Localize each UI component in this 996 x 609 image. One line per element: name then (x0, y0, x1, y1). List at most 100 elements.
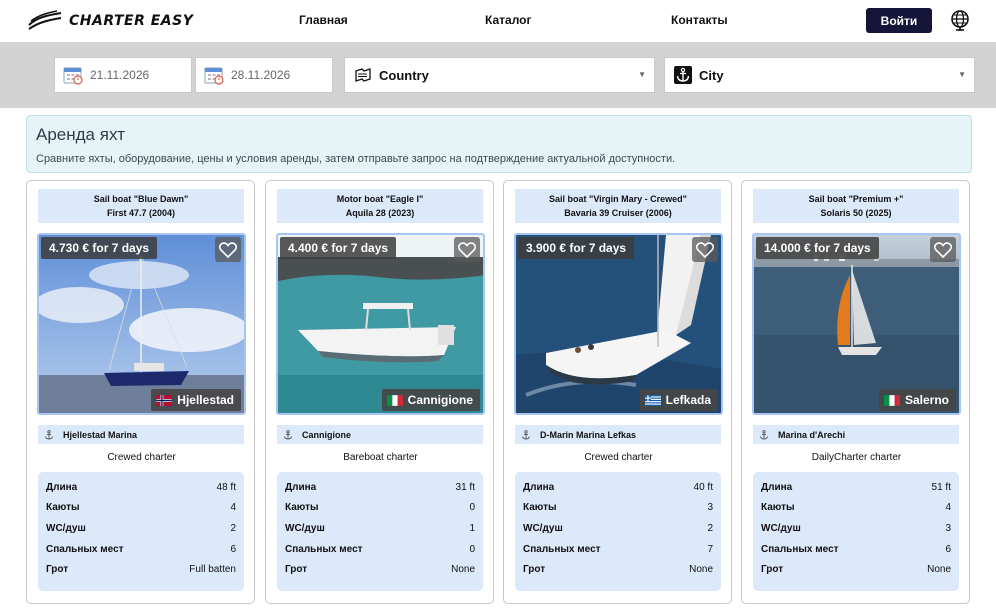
favorite-button[interactable] (930, 237, 956, 262)
italy-flag-icon (883, 394, 900, 406)
spec-value: None (451, 564, 475, 576)
heart-icon (219, 241, 237, 258)
anchor-icon (674, 66, 692, 84)
favorite-button[interactable] (692, 237, 718, 262)
yacht-title[interactable]: Sail boat "Virgin Mary - Crewed" Bavaria… (515, 189, 721, 223)
norway-flag-icon (156, 394, 172, 406)
yacht-card[interactable]: Sail boat "Blue Dawn" First 47.7 (2004) … (26, 180, 255, 604)
charter-type: Crewed charter (107, 452, 176, 463)
spec-value: 0 (469, 543, 475, 555)
marina-name: Cannigione (302, 429, 351, 440)
spec-row: Каюты 0 (285, 498, 475, 519)
spec-label: WC/душ (761, 522, 801, 534)
spec-label: Спальных мест (761, 543, 839, 555)
yacht-title[interactable]: Motor boat "Eagle I" Aquila 28 (2023) (277, 189, 483, 223)
price-badge: 4.400 € for 7 days (280, 237, 397, 259)
favorite-button[interactable] (215, 237, 241, 262)
spec-value: 2 (707, 522, 713, 534)
spec-value: 2 (230, 522, 236, 534)
spec-row: WC/душ 2 (523, 518, 713, 539)
spec-label: WC/душ (46, 522, 86, 534)
yacht-card[interactable]: Motor boat "Eagle I" Aquila 28 (2023) 4.… (265, 180, 494, 604)
marina-row: Hjellestad Marina (38, 425, 244, 444)
yacht-model: First 47.7 (2004) (106, 208, 176, 218)
spec-label: Спальных мест (285, 543, 363, 555)
marina-name: Marina d'Arechi (778, 429, 846, 440)
spec-row: Грот Full batten (46, 559, 236, 580)
search-bar: 21.11.2026 28.11.2026 Country ▼ City ▼ (0, 42, 996, 108)
logo-wave-icon (28, 10, 62, 30)
location-badge: Cannigione (381, 389, 480, 411)
chevron-down-icon: ▼ (638, 70, 646, 79)
anchor-icon (284, 429, 292, 439)
country-select[interactable]: Country ▼ (344, 57, 655, 93)
favorite-button[interactable] (454, 237, 480, 262)
spec-value: 4 (230, 502, 236, 514)
spec-row: WC/душ 2 (46, 518, 236, 539)
charter-type: DailyCharter charter (811, 452, 902, 463)
chevron-down-icon: ▼ (958, 70, 966, 79)
spec-row: Каюты 4 (761, 498, 951, 519)
page-subtitle: Сравните яхты, оборудование, цены и усло… (36, 153, 676, 165)
spec-row: Каюты 3 (523, 498, 713, 519)
intro-banner: Аренда яхт Сравните яхты, оборудование, … (26, 115, 972, 173)
yacht-model: Bavaria 39 Cruiser (2006) (564, 208, 672, 218)
spec-row: Длина 51 ft (761, 477, 951, 498)
spec-value: 6 (230, 543, 236, 555)
date-from-field[interactable]: 21.11.2026 (54, 57, 192, 93)
yacht-card[interactable]: Sail boat "Premium +" Solaris 50 (2025) … (741, 180, 970, 604)
date-to-value: 28.11.2026 (231, 68, 291, 82)
globe-icon[interactable] (949, 9, 971, 31)
yacht-name: Sail boat "Blue Dawn" (93, 194, 189, 204)
logo[interactable]: CHARTER EASY (27, 9, 193, 33)
marina-name: Hjellestad Marina (63, 429, 138, 440)
spec-value: 40 ft (693, 481, 713, 493)
spec-row: Спальных мест 7 (523, 539, 713, 560)
login-button[interactable]: Войти (866, 8, 932, 33)
spec-row: Спальных мест 0 (285, 539, 475, 560)
calendar-icon (63, 67, 83, 85)
location-name: Salerno (904, 393, 949, 407)
yacht-photo-frame[interactable]: 4.400 € for 7 days Cannigione (276, 233, 485, 415)
spec-row: Каюты 4 (46, 498, 236, 519)
spec-row: Грот None (285, 559, 475, 580)
spec-value: 0 (469, 502, 475, 514)
spec-label: Каюты (523, 502, 557, 514)
spec-value: None (927, 564, 951, 576)
yacht-photo-frame[interactable]: 14.000 € for 7 days Salerno (752, 233, 961, 415)
location-badge: Lefkada (639, 389, 718, 411)
spec-label: Каюты (46, 502, 80, 514)
yacht-title[interactable]: Sail boat "Premium +" Solaris 50 (2025) (753, 189, 959, 223)
city-select[interactable]: City ▼ (664, 57, 975, 93)
location-badge: Hjellestad (151, 389, 241, 411)
specs-table: Длина 48 ft Каюты 4 WC/душ 2 Спальных ме… (38, 472, 244, 591)
spec-label: Длина (523, 481, 555, 493)
price-badge: 4.730 € for 7 days (41, 237, 158, 259)
yacht-name: Sail boat "Virgin Mary - Crewed" (549, 194, 687, 204)
date-from-value: 21.11.2026 (90, 68, 150, 82)
spec-label: Грот (46, 564, 69, 576)
price-badge: 14.000 € for 7 days (756, 237, 879, 259)
anchor-icon (760, 429, 768, 439)
italy-flag-icon (386, 394, 403, 406)
nav-contacts[interactable]: Контакты (671, 13, 728, 27)
spec-label: Грот (523, 564, 546, 576)
nav-home[interactable]: Главная (299, 13, 348, 27)
yacht-photo (39, 235, 244, 413)
spec-value: 3 (945, 522, 951, 534)
spec-label: Длина (761, 481, 793, 493)
nav-catalog[interactable]: Каталог (485, 13, 532, 27)
yacht-card[interactable]: Sail boat "Virgin Mary - Crewed" Bavaria… (503, 180, 732, 604)
charter-type: Crewed charter (584, 452, 653, 463)
spec-value: 1 (469, 522, 475, 534)
date-to-field[interactable]: 28.11.2026 (195, 57, 333, 93)
yacht-title[interactable]: Sail boat "Blue Dawn" First 47.7 (2004) (38, 189, 244, 223)
heart-icon (458, 241, 476, 258)
yacht-photo (754, 235, 959, 413)
yacht-photo-frame[interactable]: 3.900 € for 7 days Lefkada (514, 233, 723, 415)
spec-value: 51 ft (931, 481, 951, 493)
spec-label: WC/душ (523, 522, 563, 534)
heart-icon (696, 241, 714, 258)
charter-type: Bareboat charter (343, 452, 418, 463)
yacht-photo-frame[interactable]: 4.730 € for 7 days Hjellestad (37, 233, 246, 415)
